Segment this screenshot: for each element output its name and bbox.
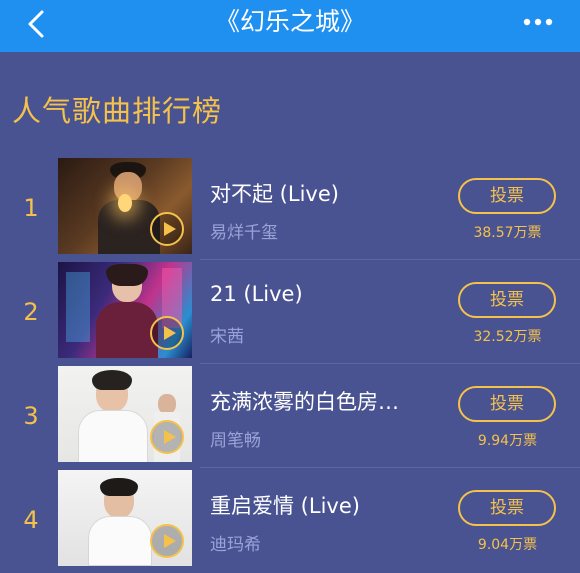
song-thumbnail[interactable] [58, 470, 192, 566]
song-title: 重启爱情 (Live) [210, 494, 360, 518]
song-row[interactable]: 2 21 (Live) 宋茜 投票 32.52万票 [0, 260, 580, 364]
song-title: 对不起 (Live) [210, 182, 339, 206]
song-title: 充满浓雾的白色房… [210, 390, 399, 414]
play-icon[interactable] [150, 316, 184, 350]
artist-name: 迪玛希 [210, 535, 261, 555]
play-icon[interactable] [150, 524, 184, 558]
song-thumbnail[interactable] [58, 158, 192, 254]
rank-number: 2 [23, 298, 39, 326]
vote-button[interactable]: 投票 [458, 282, 556, 318]
rank-number: 4 [23, 506, 39, 534]
vote-button[interactable]: 投票 [458, 178, 556, 214]
artist-name: 易烊千玺 [210, 223, 278, 243]
vote-button[interactable]: 投票 [458, 490, 556, 526]
vote-count: 9.94万票 [477, 433, 538, 449]
vote-count: 32.52万票 [473, 329, 542, 345]
top-nav-bar: 《幻乐之城》 [0, 0, 580, 52]
play-icon[interactable] [150, 420, 184, 454]
page-title: 《幻乐之城》 [214, 7, 365, 36]
artist-name: 宋茜 [210, 327, 244, 347]
vote-button[interactable]: 投票 [458, 386, 556, 422]
vote-count: 38.57万票 [473, 225, 542, 241]
song-row[interactable]: 1 对不起 (Live) 易烊千玺 投票 38.57万票 [0, 156, 580, 260]
more-dots-icon [523, 18, 553, 26]
artist-name: 周笔畅 [210, 431, 261, 451]
rank-number: 3 [23, 402, 39, 430]
song-thumbnail[interactable] [58, 366, 192, 462]
song-title: 21 (Live) [210, 282, 303, 306]
song-row[interactable]: 3 充满浓雾的白色房… 周笔畅 投票 9.94万票 [0, 364, 580, 468]
more-button[interactable] [518, 8, 558, 36]
section-title: 人气歌曲排行榜 [12, 94, 223, 128]
song-thumbnail[interactable] [58, 262, 192, 358]
song-row[interactable]: 4 重启爱情 (Live) 迪玛希 投票 9.04万票 [0, 468, 580, 572]
vote-count: 9.04万票 [477, 537, 538, 553]
rank-number: 1 [23, 194, 39, 222]
play-icon[interactable] [150, 212, 184, 246]
